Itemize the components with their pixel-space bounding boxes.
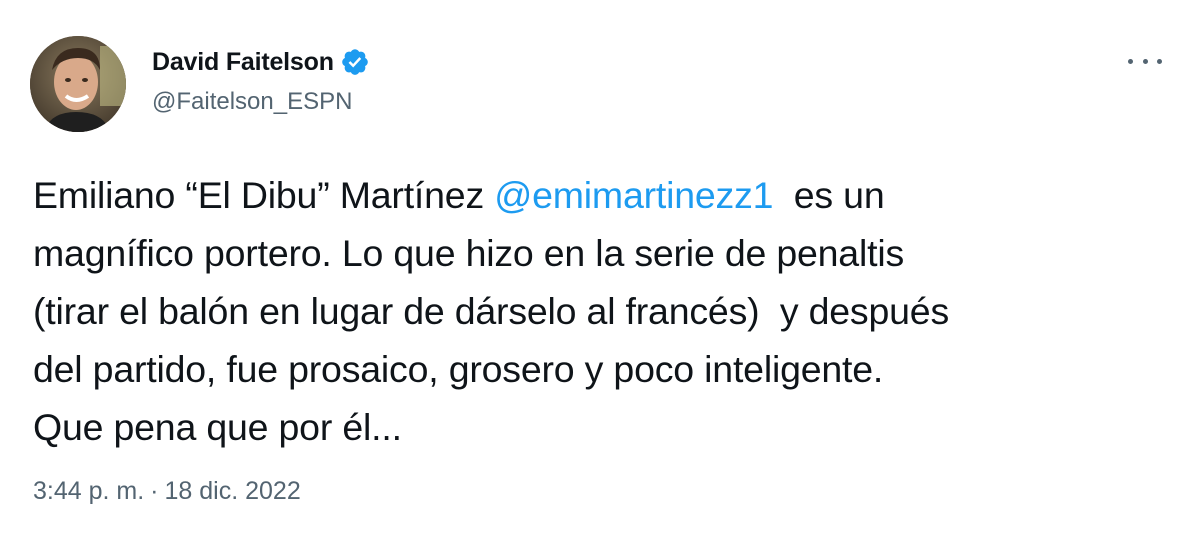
more-dot (1128, 58, 1133, 64)
author-name-row: David Faitelson (152, 46, 370, 78)
mention-link[interactable]: @emimartinezz1 (494, 174, 773, 216)
tweet-text: Emiliano “El Dibu” Martínez @emimartinez… (33, 166, 1173, 456)
more-options-icon[interactable] (1128, 46, 1162, 76)
meta-separator: · (150, 477, 159, 505)
tweet-line: del partido, fue prosaico, grosero y poc… (33, 348, 884, 390)
more-dot (1142, 58, 1148, 64)
tweet-line: (tirar el balón en lugar de dárselo al f… (33, 290, 949, 332)
profile-photo (30, 36, 126, 132)
tweet-line: Que pena que por él... (33, 406, 402, 448)
more-dot (1157, 58, 1162, 64)
tweet-text-segment: Emiliano “El Dibu” Martínez (33, 174, 495, 216)
author-display-name[interactable]: David Faitelson (152, 48, 334, 77)
tweet-line: magnífico portero. Lo que hizo en la ser… (33, 232, 904, 274)
tweet-card: David Faitelson @Faitelson_ESPN Emiliano… (0, 0, 1200, 541)
tweet-time[interactable]: 3:44 p. m. (33, 477, 144, 505)
tweet-text-segment: es un (773, 174, 885, 216)
tweet-date[interactable]: 18 dic. 2022 (165, 477, 301, 505)
author-handle[interactable]: @Faitelson_ESPN (152, 88, 352, 116)
verified-badge-icon (340, 47, 370, 77)
tweet-line: Emiliano “El Dibu” Martínez @emimartinez… (33, 166, 1173, 224)
author-avatar[interactable] (30, 36, 126, 132)
tweet-meta: 3:44 p. m. · 18 dic. 2022 (33, 477, 301, 506)
